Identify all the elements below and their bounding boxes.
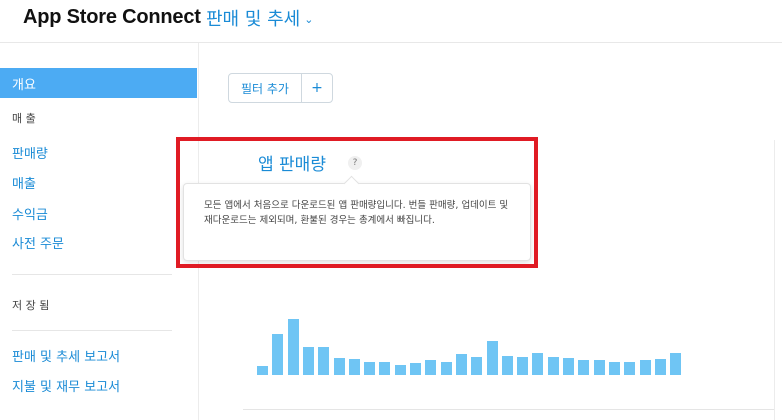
chart-bar[interactable] [670,352,682,375]
sidebar-item-preorders[interactable]: 사전 주문 [0,227,197,257]
sidebar-item-label: 판매 및 추세 보고서 [12,349,121,365]
chart-bar[interactable] [257,365,268,375]
top-header: App Store Connect 판매 및 추세 ⌄ [0,0,782,43]
chart-bar[interactable] [547,356,559,375]
chart-bar[interactable] [624,361,636,375]
card-divider [774,140,775,420]
chart-bar[interactable] [654,358,666,375]
chart-baseline [243,409,774,410]
saved-section-label: 저 장 됨 [12,299,50,312]
chart-bar[interactable] [333,357,345,375]
chart-bar[interactable] [486,341,498,375]
section-title: 판매 및 추세 [206,9,301,30]
chart-bar[interactable] [440,361,452,375]
sidebar-item-overview[interactable]: 개요 [0,68,197,98]
card-title: 앱 판매량 [258,155,326,175]
sidebar-divider [12,330,172,331]
sidebar-item-sales[interactable]: 매출 [0,167,197,197]
sidebar-item-label: 사전 주문 [12,236,64,252]
help-tooltip: 모든 앱에서 처음으로 다운로드된 앱 판매량입니다. 번들 판매량, 업데이트… [183,183,531,261]
sidebar-link-payments-financial-reports[interactable]: 지불 및 재무 보고서 [0,370,197,400]
chart-bar[interactable] [517,356,529,375]
sidebar-divider [12,274,172,275]
app-title: App Store Connect [23,6,201,28]
chart-bar[interactable] [455,353,467,375]
sales-section-label: 매 출 [12,112,36,125]
sidebar-item-units[interactable]: 판매량 [0,137,197,167]
units-bar-chart [257,305,757,375]
sidebar-item-proceeds[interactable]: 수익금 [0,198,197,228]
chart-bar[interactable] [348,358,360,375]
chart-bar[interactable] [287,319,299,375]
filter-controls: 필터 추가 + [228,73,333,103]
chart-bar[interactable] [318,346,330,375]
sidebar-item-label: 수익금 [12,207,48,223]
sidebar-item-label: 매출 [12,176,36,192]
sidebar: 개요 매 출 판매량 매출 수익금 사전 주문 저 장 됨 판매 및 추세 보고… [0,43,199,420]
chart-bar[interactable] [501,355,513,375]
chevron-down-icon: ⌄ [304,13,314,26]
help-icon[interactable]: ? [348,156,362,170]
add-filter-plus-button[interactable]: + [300,74,332,102]
sidebar-item-label: 개요 [12,77,36,93]
chart-bar[interactable] [364,361,376,375]
chart-bar[interactable] [272,334,284,375]
sidebar-item-label: 지불 및 재무 보고서 [12,379,121,395]
chart-bar[interactable] [639,359,651,375]
chart-bar[interactable] [608,361,620,375]
chart-bar[interactable] [425,359,437,375]
tooltip-text: 모든 앱에서 처음으로 다운로드된 앱 판매량입니다. 번들 판매량, 업데이트… [204,200,509,226]
sidebar-link-sales-trends-reports[interactable]: 판매 및 추세 보고서 [0,340,197,370]
chart-bar[interactable] [410,362,421,375]
sidebar-item-label: 판매량 [12,146,48,162]
chart-bar[interactable] [302,346,314,375]
chart-bar[interactable] [394,364,406,375]
chart-bar[interactable] [532,352,544,375]
chart-bar[interactable] [563,357,574,375]
chart-bar[interactable] [471,356,483,375]
add-filter-button[interactable]: 필터 추가 [229,74,301,102]
section-switcher[interactable]: 판매 및 추세 ⌄ [206,5,313,31]
chart-bar[interactable] [593,359,605,375]
chart-bar[interactable] [379,361,391,375]
chart-bar[interactable] [578,359,590,375]
